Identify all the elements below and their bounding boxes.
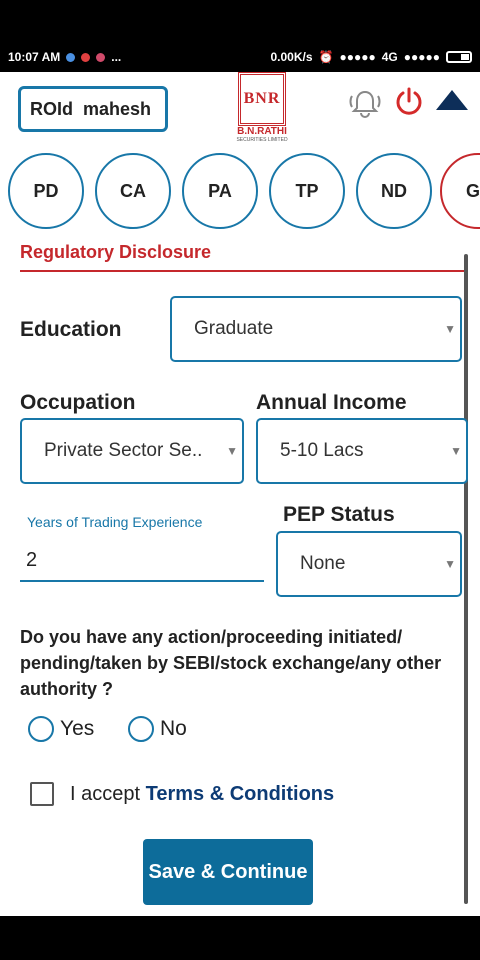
logo-mark-text: BNR [243, 90, 281, 107]
annual-income-select[interactable]: 5-10 Lacs ▼ [256, 418, 468, 484]
roid-label: ROId [30, 98, 73, 119]
step-g[interactable]: G [440, 153, 480, 229]
roid-value: mahesh [83, 98, 152, 119]
radio-circle-icon[interactable] [28, 716, 54, 742]
accept-text: I accept [70, 782, 141, 805]
step-ca[interactable]: CA [95, 153, 171, 229]
alarm-icon: ⏰ [318, 50, 334, 64]
power-icon[interactable] [394, 86, 424, 116]
education-label: Education [20, 318, 122, 341]
brand-logo: BNR B.N.RATHI SECURITIES LIMITED [226, 72, 298, 152]
save-continue-button[interactable]: Save & Continue [143, 839, 313, 905]
occupation-label: Occupation [20, 391, 136, 414]
education-value: Graduate [194, 318, 274, 339]
years-experience-label: Years of Trading Experience [27, 514, 203, 530]
network-type: 4G [381, 50, 398, 64]
chevron-down-icon: ▼ [450, 444, 462, 458]
radio-no-label: No [160, 717, 187, 740]
signal-icon: ●●●●● [403, 50, 440, 64]
notification-icon [96, 52, 106, 62]
chevron-down-icon: ▼ [226, 444, 238, 458]
logo-mark: BNR [238, 72, 286, 126]
network-speed: 0.00K/s [270, 50, 313, 64]
radio-yes[interactable]: Yes [28, 716, 94, 742]
education-select[interactable]: Graduate ▼ [170, 296, 462, 362]
pep-status-select[interactable]: None ▼ [276, 531, 462, 597]
occupation-select[interactable]: Private Sector Se.. ▼ [20, 418, 244, 484]
step-pd[interactable]: PD [8, 153, 84, 229]
logo-name: B.N.RATHI [237, 126, 287, 137]
app-screen: ROId mahesh BNR B.N.RATHI SECURITIES LIM… [0, 72, 480, 916]
scrollbar[interactable] [464, 254, 468, 904]
terms-conditions-link[interactable]: Terms & Conditions [146, 783, 335, 805]
bell-icon[interactable] [348, 86, 382, 120]
sebi-action-question: Do you have any action/proceeding initia… [20, 627, 442, 699]
annual-income-label: Annual Income [256, 391, 407, 414]
occupation-value: Private Sector Se.. [44, 440, 203, 461]
status-bar: 10:07 AM ... 0.00K/s ⏰ ●●●●● 4G ●●●●● [0, 42, 480, 72]
notification-icon [81, 52, 91, 62]
step-indicator: PD CA PA TP ND G [0, 150, 480, 230]
notification-icon [66, 52, 76, 62]
status-time: 10:07 AM [8, 50, 61, 64]
accept-terms-checkbox[interactable] [30, 782, 54, 806]
years-experience-input[interactable] [20, 540, 264, 582]
pep-status-value: None [300, 553, 346, 574]
collapse-triangle-icon[interactable] [436, 90, 468, 110]
step-tp[interactable]: TP [269, 153, 345, 229]
chevron-down-icon: ▼ [444, 322, 456, 336]
terms-row: I accept Terms & Conditions [30, 782, 334, 806]
radio-yes-label: Yes [60, 717, 95, 740]
signal-icon: ●●●●● [339, 50, 376, 64]
overflow-indicator: ... [111, 50, 122, 64]
roid-box: ROId mahesh [18, 86, 168, 132]
step-nd[interactable]: ND [356, 153, 432, 229]
logo-sub: SECURITIES LIMITED [236, 137, 288, 143]
pep-status-label: PEP Status [283, 503, 395, 526]
radio-no[interactable]: No [128, 716, 187, 742]
annual-income-value: 5-10 Lacs [280, 440, 364, 461]
section-title: Regulatory Disclosure [20, 242, 212, 262]
chevron-down-icon: ▼ [444, 557, 456, 571]
section-divider [20, 270, 468, 272]
radio-circle-icon[interactable] [128, 716, 154, 742]
battery-icon [446, 51, 472, 63]
step-pa[interactable]: PA [182, 153, 258, 229]
